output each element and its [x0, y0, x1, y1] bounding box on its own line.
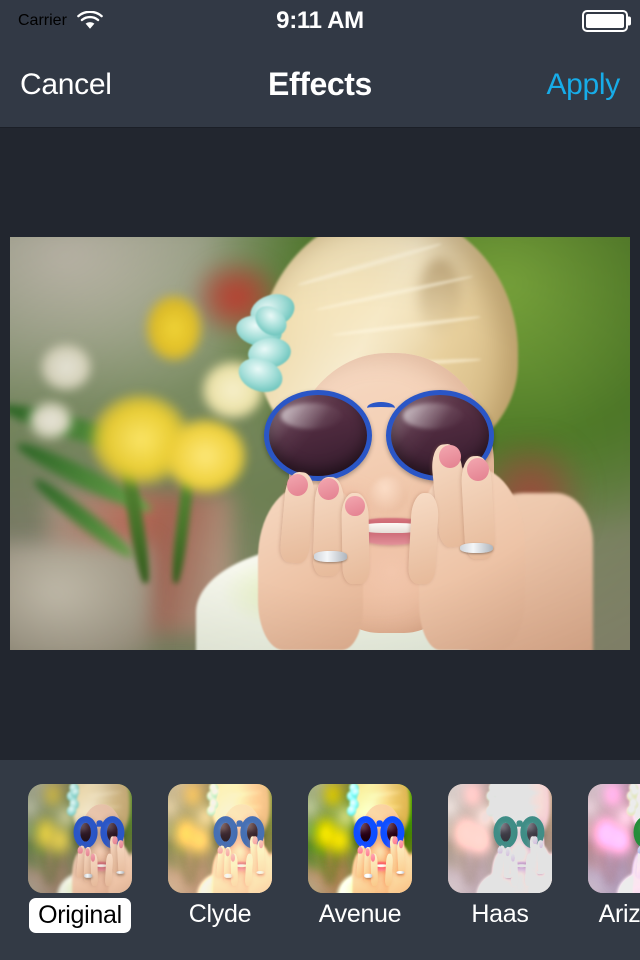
filter-label: Avenue [318, 900, 402, 928]
photo-scene [448, 784, 552, 893]
status-bar-right [582, 10, 631, 32]
page-title: Effects [268, 66, 372, 102]
preview-area [0, 129, 640, 760]
filter-item-avenue[interactable]: Avenue [308, 784, 412, 927]
preview-photo[interactable] [10, 237, 630, 650]
filter-label: Haas [471, 900, 529, 928]
filter-thumbnail[interactable] [28, 784, 132, 893]
effects-screen: Carrier 9:11 AM Cancel Effects Apply Ori… [0, 0, 640, 960]
filter-item-original[interactable]: Original [28, 784, 132, 933]
photo-scene [168, 784, 272, 893]
filter-track[interactable]: Original Clyde Avenue Haas Ariz [0, 760, 640, 960]
battery-icon [582, 10, 631, 32]
filter-thumbnail[interactable] [448, 784, 552, 893]
photo-scene [308, 784, 412, 893]
filter-thumbnail[interactable] [168, 784, 272, 893]
filter-label: Arizona [598, 900, 640, 928]
photo-scene [10, 237, 630, 650]
status-bar: Carrier 9:11 AM [0, 0, 640, 42]
filter-item-haas[interactable]: Haas [448, 784, 552, 927]
status-bar-time: 9:11 AM [276, 7, 364, 34]
filter-label: Original [29, 898, 131, 933]
filter-strip[interactable]: Original Clyde Avenue Haas Ariz [0, 760, 640, 960]
filter-label: Clyde [188, 900, 252, 928]
photo-scene [28, 784, 132, 893]
filter-item-arizona[interactable]: Arizona [588, 784, 640, 927]
filter-thumbnail[interactable] [308, 784, 412, 893]
navigation-bar: Cancel Effects Apply [0, 42, 640, 128]
apply-button[interactable]: Apply [546, 68, 620, 102]
filter-item-clyde[interactable]: Clyde [168, 784, 272, 927]
photo-scene [588, 784, 640, 893]
filter-thumbnail[interactable] [588, 784, 640, 893]
